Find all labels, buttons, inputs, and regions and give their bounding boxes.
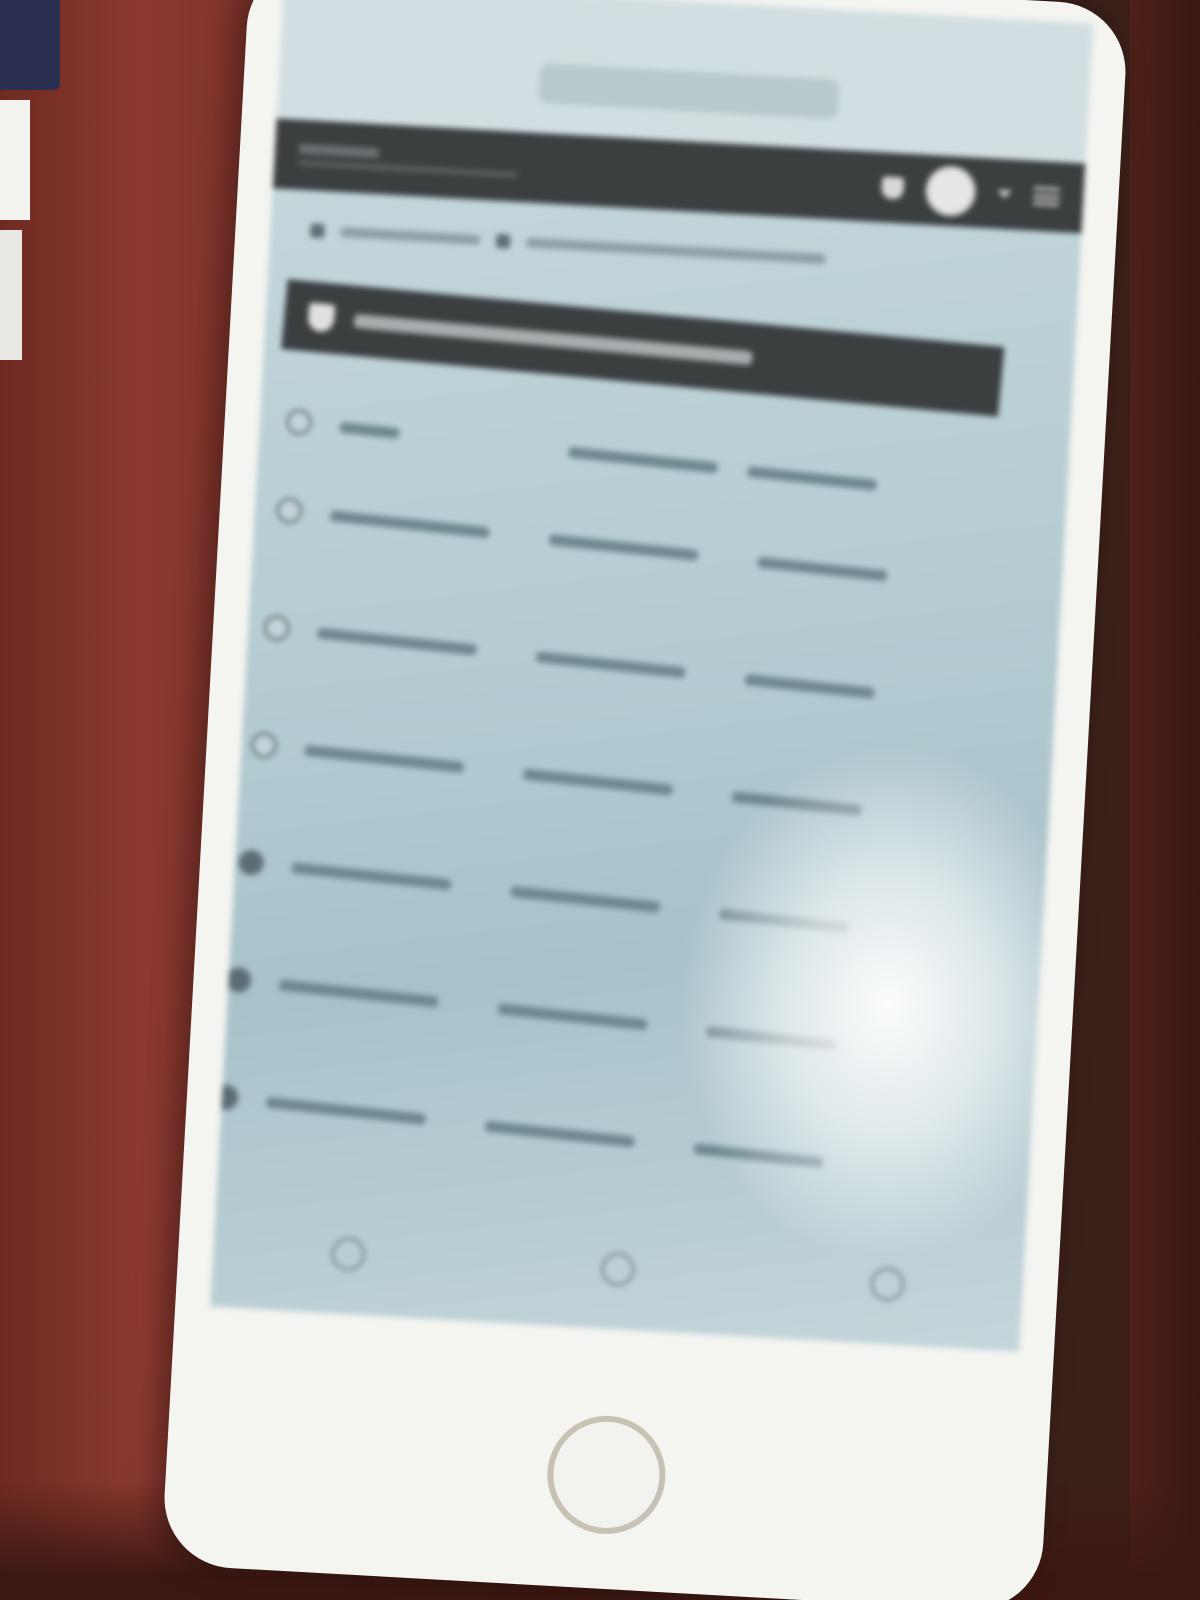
item-name [316, 626, 478, 656]
radio-button[interactable] [249, 731, 279, 760]
shield-icon [306, 302, 336, 333]
tabs-icon[interactable] [869, 1266, 906, 1303]
item-code [548, 533, 699, 561]
item-code [484, 1119, 635, 1148]
breadcrumb-item[interactable] [340, 227, 481, 245]
radio-button[interactable] [236, 848, 266, 877]
item-date [693, 1142, 824, 1168]
url-bar[interactable] [537, 63, 840, 120]
phone-screen [210, 0, 1094, 1352]
phone-case-right [1130, 0, 1200, 1600]
back-icon[interactable] [330, 1236, 367, 1273]
panel-title-bar [281, 279, 1005, 417]
item-date [757, 556, 888, 582]
item-code [535, 650, 686, 678]
case-pocket [0, 0, 60, 90]
panel-title [353, 313, 753, 366]
folder-icon [495, 233, 511, 249]
column-header [567, 446, 719, 474]
case-card [0, 100, 30, 220]
breadcrumb-item[interactable] [525, 237, 826, 265]
radio-none[interactable] [284, 407, 314, 437]
item-date [718, 908, 850, 934]
avatar[interactable] [924, 164, 977, 218]
radio-button[interactable] [275, 496, 304, 526]
brand-logo[interactable] [298, 143, 519, 178]
item-name [291, 861, 452, 890]
radio-button[interactable] [262, 613, 292, 643]
home-button[interactable] [544, 1412, 669, 1538]
bell-icon[interactable] [881, 176, 905, 200]
radio-button[interactable] [211, 1082, 241, 1112]
item-code [497, 1002, 648, 1030]
item-name [329, 509, 490, 538]
case-card [0, 230, 22, 360]
item-name [278, 978, 439, 1008]
selection-list [210, 388, 1067, 1239]
radio-button[interactable] [224, 965, 253, 995]
chevron-down-icon[interactable] [997, 189, 1012, 199]
item-code [510, 885, 661, 913]
column-header [339, 421, 401, 439]
column-header [746, 465, 878, 491]
item-code [522, 768, 674, 796]
home-icon[interactable] [600, 1251, 636, 1288]
item-name [304, 744, 465, 773]
brand-mark [298, 143, 380, 159]
item-date [706, 1025, 837, 1051]
home-icon[interactable] [310, 223, 325, 239]
brand-tagline [298, 159, 519, 178]
header-actions [880, 162, 1061, 222]
item-name [265, 1096, 427, 1125]
item-date [731, 790, 863, 816]
phone [160, 0, 1130, 1600]
item-date [744, 673, 875, 699]
menu-icon[interactable] [1032, 186, 1060, 207]
